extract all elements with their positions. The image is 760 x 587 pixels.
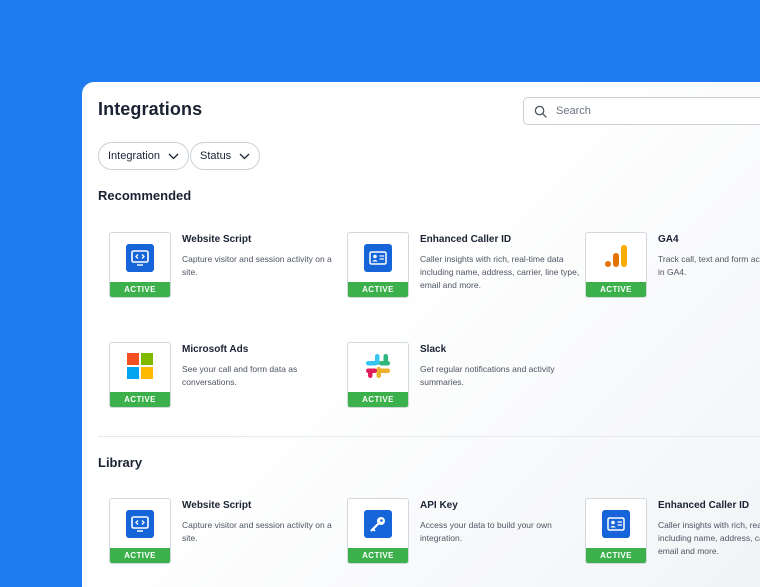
google-analytics-icon [603, 243, 629, 274]
search-icon [534, 105, 547, 118]
page-title: Integrations [98, 99, 203, 119]
microsoft-logo-icon [127, 352, 153, 384]
integration-description: Capture visitor and session activity on … [182, 520, 332, 543]
integration-card-website-script[interactable]: ACTIVE Website Script Capture visitor an… [109, 498, 349, 587]
integration-description: Track call, text and form activity as ev… [658, 254, 760, 277]
integration-tile[interactable]: ACTIVE [109, 232, 171, 298]
integration-name: Website Script [182, 234, 252, 245]
active-badge: ACTIVE [110, 282, 170, 297]
integration-tile[interactable]: ACTIVE [585, 232, 647, 298]
integration-name: Microsoft Ads [182, 344, 249, 355]
recommended-heading: Recommended [98, 188, 192, 203]
integration-description: Caller insights with rich, real-time dat… [420, 254, 580, 290]
active-badge: ACTIVE [110, 392, 170, 407]
integration-card-microsoft-ads[interactable]: ACTIVE Microsoft Ads See your call and f… [109, 342, 349, 432]
integration-tile[interactable]: ACTIVE [109, 342, 171, 408]
integrations-panel: Integrations Integration Status Recommen… [82, 82, 760, 587]
slack-logo-icon [364, 352, 392, 385]
active-badge: ACTIVE [348, 392, 408, 407]
integration-name: Website Script [182, 500, 252, 511]
integration-card-slack[interactable]: ACTIVE Slack Get regular notifications a… [347, 342, 587, 432]
integration-tile[interactable]: ACTIVE [347, 498, 409, 564]
status-filter-label: Status [200, 150, 232, 162]
search-input[interactable] [556, 105, 760, 117]
integration-description: Capture visitor and session activity on … [182, 254, 332, 277]
id-card-icon [364, 244, 392, 272]
active-badge: ACTIVE [348, 282, 408, 297]
integration-tile[interactable]: ACTIVE [347, 342, 409, 408]
integration-name: Enhanced Caller ID [420, 234, 512, 245]
code-window-icon [126, 244, 154, 272]
integration-description: Access your data to build your own integ… [420, 520, 552, 543]
integration-name: Enhanced Caller ID [658, 500, 750, 511]
integration-card-enhanced-caller-id[interactable]: ACTIVE Enhanced Caller ID Caller insight… [585, 498, 760, 587]
code-window-icon [126, 510, 154, 538]
active-badge: ACTIVE [586, 282, 646, 297]
chevron-down-icon [239, 153, 250, 159]
integration-name: API Key [420, 500, 458, 511]
integration-card-website-script[interactable]: ACTIVE Website Script Capture visitor an… [109, 232, 349, 322]
integration-filter-dropdown[interactable]: Integration [98, 142, 189, 170]
integration-description: Get regular notifications and activity s… [420, 364, 555, 387]
integration-tile[interactable]: ACTIVE [585, 498, 647, 564]
status-filter-dropdown[interactable]: Status [190, 142, 261, 170]
section-divider [98, 436, 760, 437]
integration-card-ga4[interactable]: ACTIVE GA4 Track call, text and form act… [585, 232, 760, 322]
key-icon [364, 510, 392, 538]
active-badge: ACTIVE [586, 548, 646, 563]
integration-description: See your call and form data as conversat… [182, 364, 298, 387]
id-card-icon [602, 510, 630, 538]
integration-card-enhanced-caller-id[interactable]: ACTIVE Enhanced Caller ID Caller insight… [347, 232, 587, 322]
integration-card-api-key[interactable]: ACTIVE API Key Access your data to build… [347, 498, 587, 587]
search-box[interactable] [523, 97, 760, 125]
library-heading: Library [98, 455, 143, 470]
integration-description: Caller insights with rich, real-time dat… [658, 520, 760, 556]
integration-tile[interactable]: ACTIVE [109, 498, 171, 564]
integration-filter-label: Integration [108, 150, 160, 162]
active-badge: ACTIVE [348, 548, 408, 563]
chevron-down-icon [168, 153, 179, 159]
active-badge: ACTIVE [110, 548, 170, 563]
integration-tile[interactable]: ACTIVE [347, 232, 409, 298]
integration-name: Slack [420, 344, 447, 355]
integration-name: GA4 [658, 234, 679, 245]
